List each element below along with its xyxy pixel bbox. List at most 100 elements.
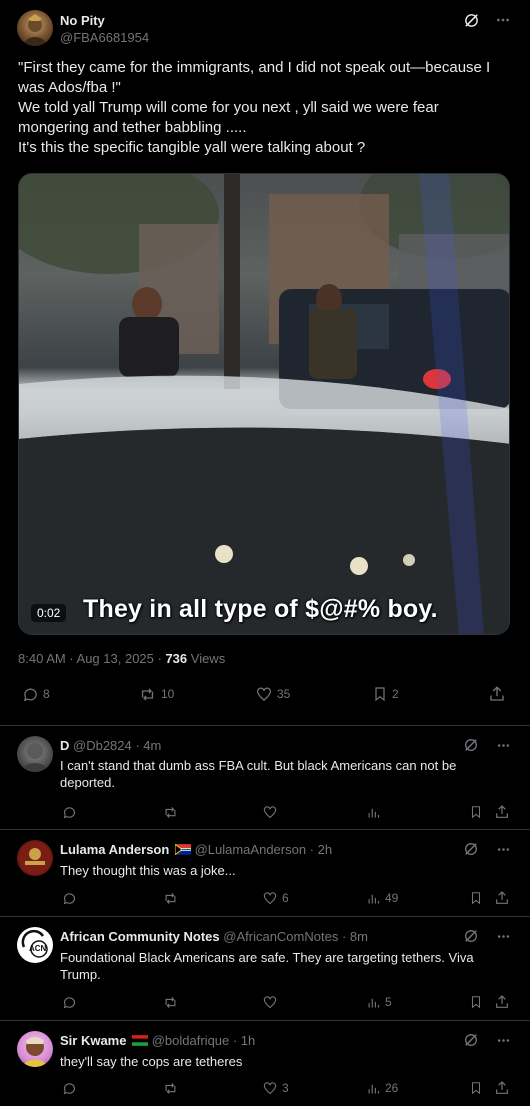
like-button[interactable]: 35 (255, 686, 290, 703)
video-frame (19, 174, 509, 634)
heart-icon (263, 805, 277, 818)
reply-action-bar: 5 (62, 993, 512, 1011)
grok-icon[interactable] (462, 1031, 480, 1049)
reply-button[interactable] (62, 1081, 81, 1096)
author-name[interactable]: No Pity (60, 13, 105, 28)
reply-header: Lulama Anderson @LulamaAnderson · 2h (60, 842, 332, 857)
views-button[interactable]: 5 (366, 995, 392, 1010)
video-caption: They in all type of $@#% boy. (83, 595, 438, 623)
author-avatar[interactable] (17, 10, 53, 46)
post-top-icons (462, 11, 512, 29)
reply-author-handle[interactable]: @boldafrique · 1h (152, 1033, 256, 1048)
reply-text: They thought this was a joke... (60, 863, 236, 878)
repost-button[interactable] (162, 1081, 183, 1096)
share-icon (496, 805, 508, 818)
views-label: Views (187, 651, 226, 666)
reply-button[interactable] (62, 805, 81, 820)
share-icon (490, 686, 504, 701)
heart-icon (263, 891, 277, 904)
share-icon (496, 1081, 508, 1094)
reply-item[interactable]: Lulama Anderson @LulamaAnderson · 2h The… (0, 830, 530, 917)
reply-header: Sir Kwame @boldafrique · 1h (60, 1033, 255, 1048)
bookmark-icon (471, 806, 481, 819)
main-post: No Pity @FBA6681954 "First they came for… (0, 0, 530, 726)
more-icon[interactable] (494, 11, 512, 29)
like-button[interactable]: 6 (262, 891, 289, 906)
reply-count: 8 (43, 687, 50, 701)
repost-icon (165, 1082, 176, 1094)
bookmark-button[interactable] (469, 994, 483, 1010)
reply-author-handle[interactable]: @AfricanComNotes · 8m (223, 929, 368, 944)
reply-button[interactable] (62, 995, 81, 1010)
bookmark-button[interactable]: 2 (372, 685, 399, 703)
grok-icon[interactable] (462, 840, 480, 858)
reply-author-name[interactable]: Sir Kwame (60, 1033, 126, 1048)
repost-button[interactable]: 10 (138, 686, 174, 703)
share-button[interactable] (494, 994, 510, 1010)
reply-author-name[interactable]: African Community Notes (60, 929, 220, 944)
grok-icon[interactable] (462, 11, 480, 29)
reply-button[interactable] (62, 891, 81, 906)
reply-avatar[interactable] (17, 840, 53, 876)
reply-author-handle[interactable]: @LulamaAnderson · 2h (195, 842, 333, 857)
share-button[interactable] (488, 685, 506, 703)
views-icon (368, 998, 380, 1007)
repost-button[interactable] (162, 805, 183, 820)
grok-icon[interactable] (462, 736, 480, 754)
reply-item[interactable]: Sir Kwame @boldafrique · 1h they'll say … (0, 1021, 530, 1106)
repost-count: 10 (161, 687, 175, 701)
views-button[interactable]: 49 (366, 891, 398, 906)
heart-icon (263, 1081, 277, 1094)
views-button[interactable] (366, 805, 385, 820)
bookmark-button[interactable] (469, 890, 483, 906)
bookmark-count: 2 (392, 687, 399, 701)
share-button[interactable] (494, 804, 510, 820)
post-text: "First they came for the immigrants, and… (18, 59, 491, 156)
repost-button[interactable] (162, 995, 183, 1010)
reply-icon (63, 806, 76, 818)
reply-item[interactable]: D @Db2824 · 4m I can't stand that dumb a… (0, 726, 530, 830)
reply-top-icons (462, 840, 512, 858)
repost-icon (165, 806, 176, 818)
acn-avatar-text: ACN (29, 944, 47, 953)
like-button[interactable]: 3 (262, 1081, 289, 1096)
like-button[interactable] (262, 805, 282, 820)
post-video[interactable]: 0:02 They in all type of $@#% boy. (18, 173, 510, 635)
like-button[interactable] (262, 995, 282, 1010)
reply-author-handle[interactable]: @Db2824 · 4m (73, 738, 161, 753)
grok-icon[interactable] (462, 927, 480, 945)
bookmark-icon (375, 687, 385, 702)
repost-button[interactable] (162, 891, 183, 906)
more-icon[interactable] (494, 1031, 512, 1049)
views-count: 736 (165, 651, 188, 666)
reply-top-icons (462, 927, 512, 945)
reply-action-bar: 3 26 (62, 1079, 512, 1097)
more-icon[interactable] (494, 927, 512, 945)
reply-action-bar (62, 803, 512, 821)
more-icon[interactable] (494, 736, 512, 754)
like-count: 35 (277, 687, 291, 701)
views-icon (368, 808, 380, 817)
post-meta: 8:40 AM · Aug 13, 2025 · 736 Views (18, 651, 225, 666)
more-icon[interactable] (494, 840, 512, 858)
reply-author-name[interactable]: Lulama Anderson (60, 842, 169, 857)
bookmark-button[interactable] (469, 1080, 483, 1096)
share-button[interactable] (494, 890, 510, 906)
post-timestamp[interactable]: 8:40 AM · Aug 13, 2025 · (18, 651, 165, 666)
views-button[interactable]: 26 (366, 1081, 398, 1096)
reply-button[interactable]: 8 (22, 686, 50, 703)
reply-item[interactable]: ACN African Community Notes @AfricanComN… (0, 917, 530, 1021)
reply-top-icons (462, 736, 512, 754)
reply-avatar[interactable]: ACN (17, 927, 53, 963)
bookmark-button[interactable] (469, 804, 483, 820)
reply-avatar[interactable] (17, 1031, 53, 1067)
reply-author-name[interactable]: D (60, 738, 69, 753)
reply-icon (23, 688, 37, 701)
share-button[interactable] (494, 1080, 510, 1096)
reply-top-icons (462, 1031, 512, 1049)
reply-avatar[interactable] (17, 736, 53, 772)
repost-icon (165, 892, 176, 904)
author-handle[interactable]: @FBA6681954 (60, 30, 149, 45)
repost-icon (165, 996, 176, 1008)
reply-header: African Community Notes @AfricanComNotes… (60, 929, 368, 944)
